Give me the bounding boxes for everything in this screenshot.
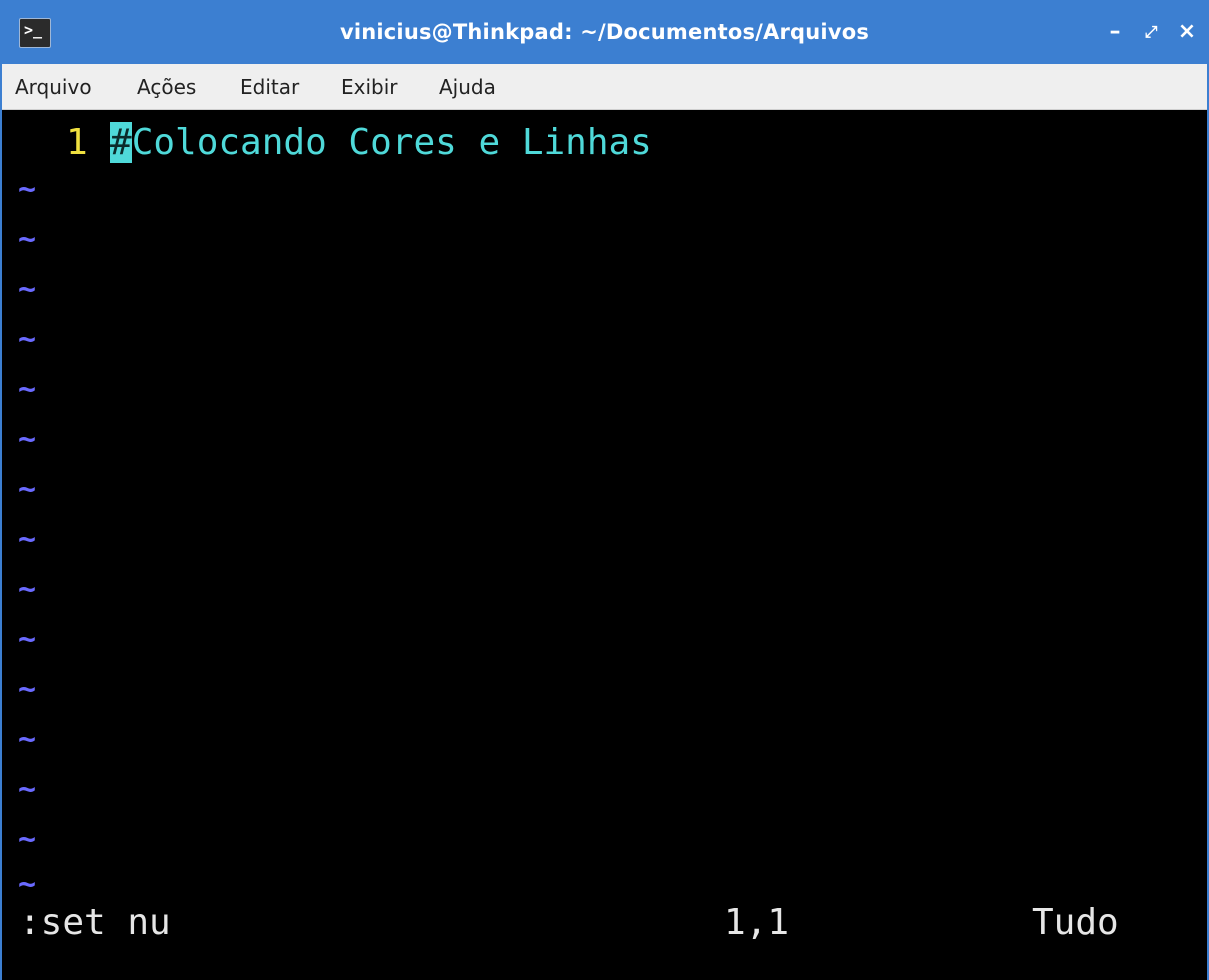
empty-line-marker: ~	[18, 422, 37, 457]
window-title: vinicius@Thinkpad: ~/Documentos/Arquivos	[339, 20, 870, 44]
empty-line-marker: ~	[18, 222, 37, 257]
scroll-indicator: Tudo	[1032, 902, 1119, 943]
empty-line-marker: ~	[18, 572, 37, 607]
menu-item-ajuda[interactable]: Ajuda	[439, 64, 496, 110]
empty-line-marker: ~	[18, 722, 37, 757]
menu-item-acoes[interactable]: Ações	[137, 64, 196, 110]
menu-item-editar[interactable]: Editar	[240, 64, 299, 110]
close-button[interactable]: ×	[1170, 14, 1204, 50]
empty-line-marker: ~	[18, 272, 37, 307]
line-text: Colocando Cores e Linhas	[131, 122, 652, 163]
minimize-button[interactable]: –	[1098, 14, 1132, 50]
empty-line-marker: ~	[18, 372, 37, 407]
menu-item-exibir[interactable]: Exibir	[341, 64, 398, 110]
maximize-button[interactable]: ⤢	[1134, 14, 1168, 50]
empty-line-marker: ~	[18, 622, 37, 657]
empty-line-marker: ~	[18, 472, 37, 507]
empty-line-marker: ~	[18, 172, 37, 207]
text-cursor: #	[110, 122, 132, 163]
empty-line-marker: ~	[18, 522, 37, 557]
terminal-area[interactable]: 1 #Colocando Cores e Linhas ~ ~ ~ ~ ~ ~ …	[2, 110, 1207, 980]
menu-bar: Arquivo Ações Editar Exibir Ajuda	[2, 64, 1207, 110]
terminal-window: >_ vinicius@Thinkpad: ~/Documentos/Arqui…	[0, 0, 1209, 980]
menu-item-arquivo[interactable]: Arquivo	[15, 64, 92, 110]
editor-line-1[interactable]: #Colocando Cores e Linhas	[110, 120, 652, 166]
empty-line-marker: ~	[18, 772, 37, 807]
line-number: 1	[66, 122, 88, 163]
empty-line-marker: ~	[18, 672, 37, 707]
command-line: :set nu	[19, 902, 171, 943]
cursor-position: 1,1	[724, 902, 790, 943]
title-bar[interactable]: >_ vinicius@Thinkpad: ~/Documentos/Arqui…	[2, 0, 1207, 64]
empty-line-marker: ~	[18, 867, 37, 902]
empty-line-marker: ~	[18, 322, 37, 357]
empty-line-marker: ~	[18, 822, 37, 857]
